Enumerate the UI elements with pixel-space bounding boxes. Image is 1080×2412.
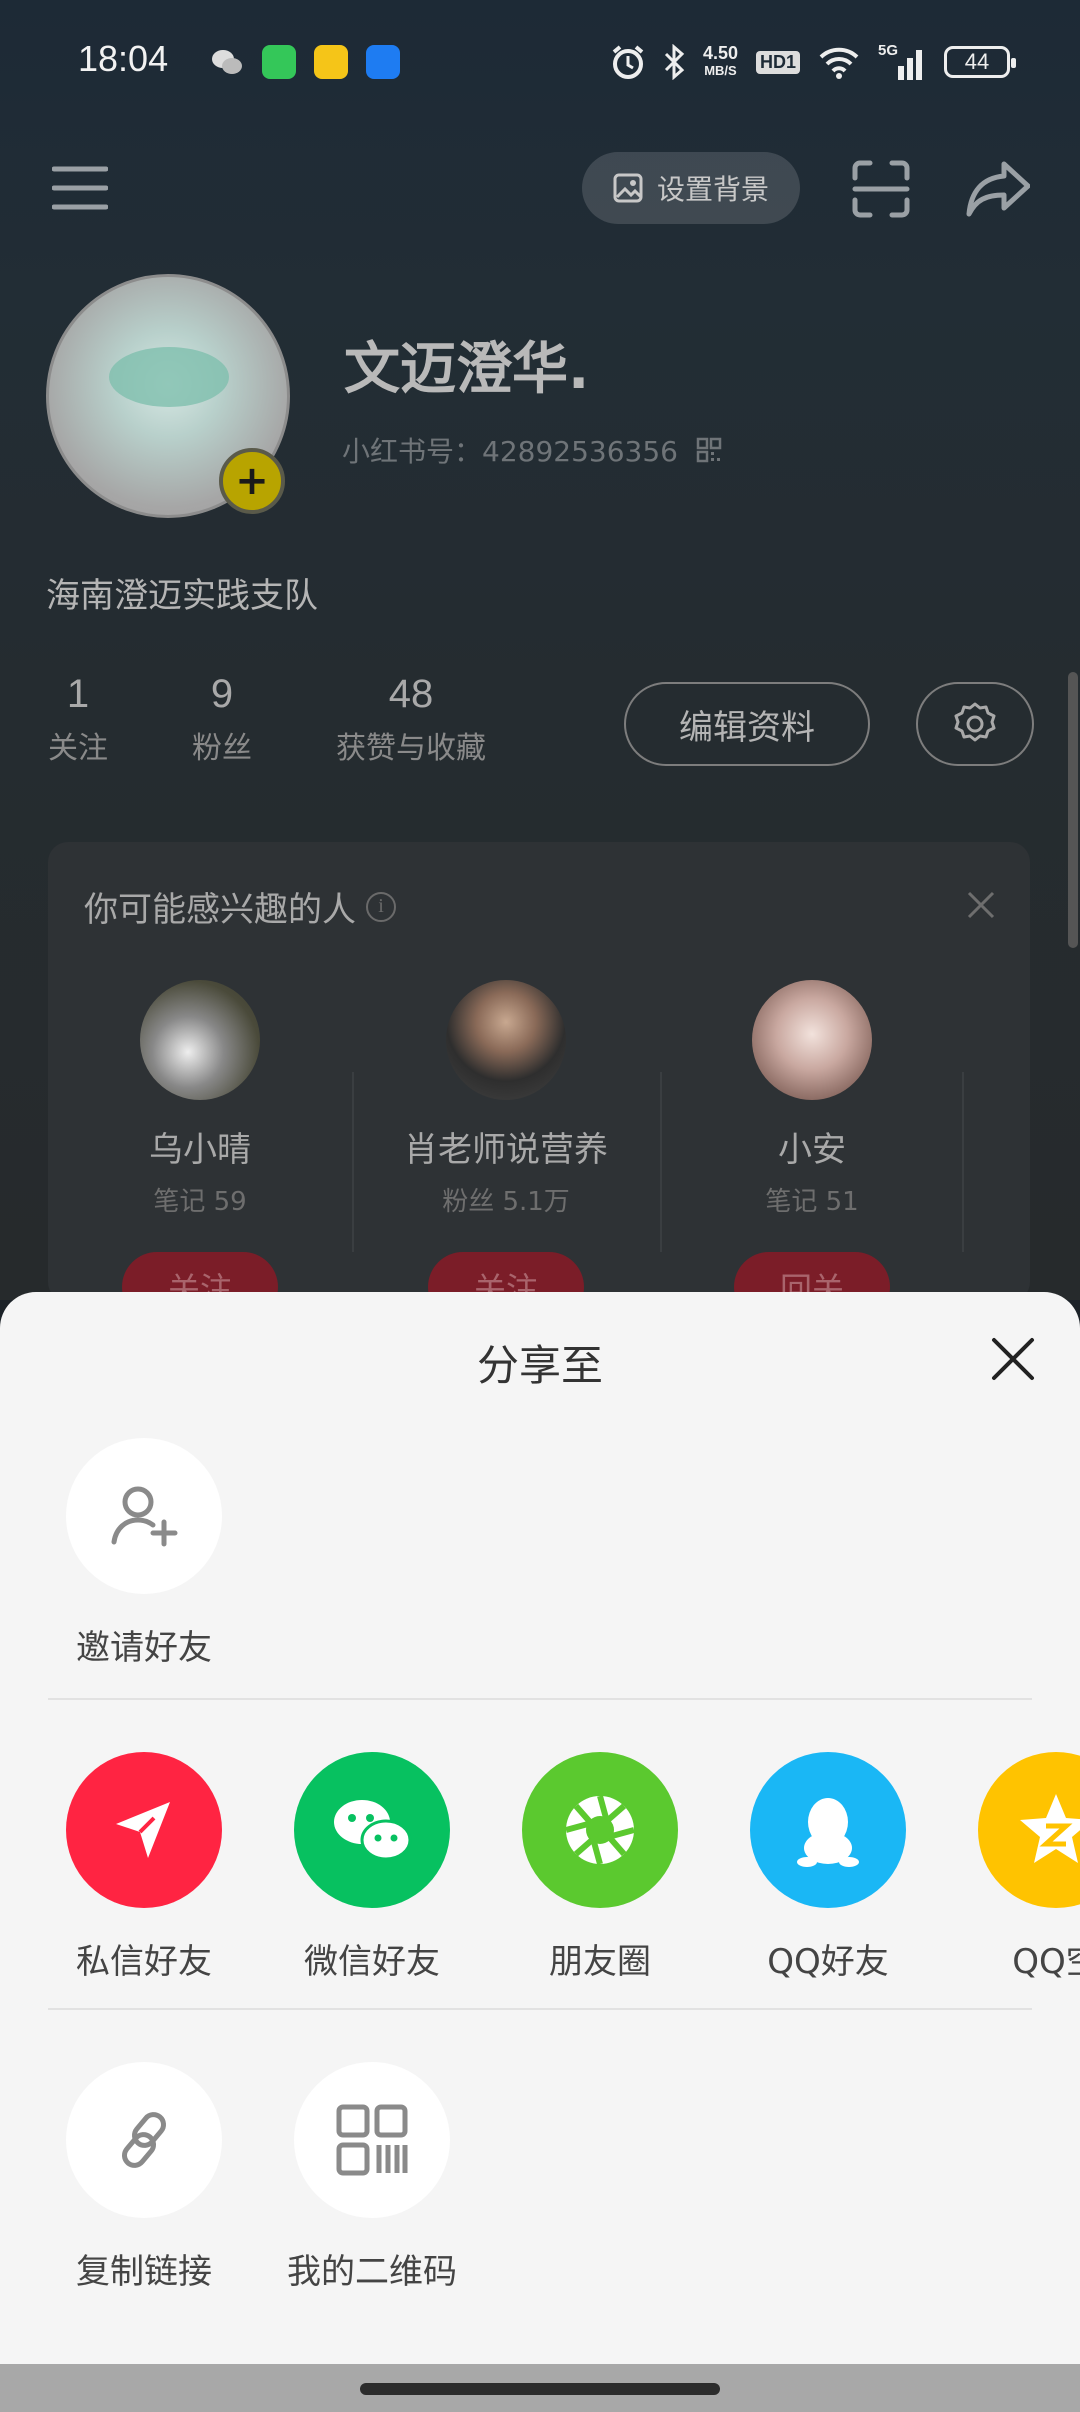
divider (48, 2008, 1032, 2010)
paper-plane-icon (116, 1802, 170, 1858)
hd-badge: HD1 (755, 50, 800, 74)
image-icon (613, 173, 643, 203)
divider (962, 1072, 964, 1252)
stat-followers[interactable]: 9 粉丝 (190, 672, 254, 767)
divider (48, 1698, 1032, 1700)
invite-friends-button[interactable]: 邀请好友 (49, 1438, 239, 1669)
moments-aperture-icon (565, 1795, 635, 1865)
share-sheet-title: 分享至 (476, 1341, 603, 1390)
recommend-card: 你可能感兴趣的人 i 乌小晴 笔记 59 关注 肖老师说营养 粉丝 5.1万 关… (48, 842, 1030, 1322)
close-icon[interactable] (990, 1336, 1036, 1382)
share-circle (522, 1752, 678, 1908)
wechat-icon (334, 1800, 412, 1861)
share-moments[interactable]: 朋友圈 (505, 1752, 695, 1983)
share-wechat[interactable]: 微信好友 (277, 1752, 467, 1983)
settings-button[interactable] (916, 682, 1034, 766)
scrollbar[interactable] (1068, 672, 1078, 948)
status-bar: 18:04 4.50 MB/S HD1 5G 44 (0, 0, 1080, 125)
share-sheet: 分享至 邀请好友 私信好友 微信好友 朋友圈 QQ好友 QQ空 (0, 1292, 1080, 2364)
qzone-star-icon (1020, 1794, 1080, 1863)
link-icon (122, 2112, 166, 2168)
message-app-icon (262, 45, 296, 79)
scan-icon[interactable] (852, 160, 910, 218)
gear-icon (954, 702, 996, 742)
avatar (446, 980, 566, 1100)
share-qq-friend[interactable]: QQ好友 (733, 1752, 923, 1983)
nickname: 文迈澄华. (344, 337, 590, 402)
share-circle (66, 1752, 222, 1908)
recommend-person[interactable]: 肖老师说营养 粉丝 5.1万 关注 (356, 980, 656, 1322)
edit-profile-button[interactable]: 编辑资料 (624, 682, 870, 766)
wechat-icon (210, 45, 244, 79)
red-id-text: 小红书号：42892536356 (342, 435, 678, 468)
add-avatar-icon[interactable]: + (219, 448, 285, 514)
battery-indicator: 44 (944, 46, 1016, 78)
wifi-icon (819, 47, 859, 79)
add-user-icon (111, 1486, 178, 1547)
bio: 海南澄迈实践支队 (46, 576, 318, 616)
red-id: 小红书号：42892536356 (342, 430, 722, 470)
notes-app-icon (314, 45, 348, 79)
top-bar: 设置背景 (0, 140, 1080, 240)
security-app-icon (366, 45, 400, 79)
share-qzone[interactable]: QQ空 (961, 1752, 1080, 1983)
recommend-person[interactable]: 小安 笔记 51 回关 (662, 980, 962, 1322)
status-time: 18:04 (78, 38, 169, 79)
stats-row: 1 关注 9 粉丝 48 获赞与收藏 (46, 672, 494, 767)
share-direct-message[interactable]: 私信好友 (49, 1752, 239, 1983)
set-background-label: 设置背景 (656, 173, 769, 206)
signal-icon: 5G (878, 42, 926, 80)
close-icon[interactable] (966, 890, 996, 920)
recommend-title: 你可能感兴趣的人 i (84, 882, 396, 931)
avatar (140, 980, 260, 1100)
stat-likes[interactable]: 48 获赞与收藏 (328, 672, 494, 767)
my-qr-code-button[interactable]: 我的二维码 (277, 2062, 467, 2293)
menu-icon[interactable] (52, 165, 108, 211)
home-handle[interactable] (360, 2383, 720, 2395)
share-item-label: 邀请好友 (76, 1628, 212, 1668)
alarm-icon (612, 45, 644, 79)
navigation-bar (0, 2364, 1080, 2412)
divider (352, 1072, 354, 1252)
qq-penguin-icon (797, 1798, 859, 1867)
bluetooth-icon (664, 44, 685, 80)
share-circle (978, 1752, 1080, 1908)
share-circle (750, 1752, 906, 1908)
share-circle (294, 1752, 450, 1908)
copy-link-button[interactable]: 复制链接 (49, 2062, 239, 2293)
set-background-button[interactable]: 设置背景 (582, 152, 800, 224)
net-speed: 4.50 MB/S (702, 43, 738, 78)
qr-code-icon[interactable] (696, 437, 722, 463)
recommend-person[interactable]: 乌小晴 笔记 59 关注 (50, 980, 350, 1322)
avatar (752, 980, 872, 1100)
stat-following[interactable]: 1 关注 (46, 672, 110, 767)
share-icon[interactable] (966, 160, 1030, 220)
qr-code-icon (336, 2104, 408, 2176)
info-icon[interactable]: i (366, 891, 396, 922)
